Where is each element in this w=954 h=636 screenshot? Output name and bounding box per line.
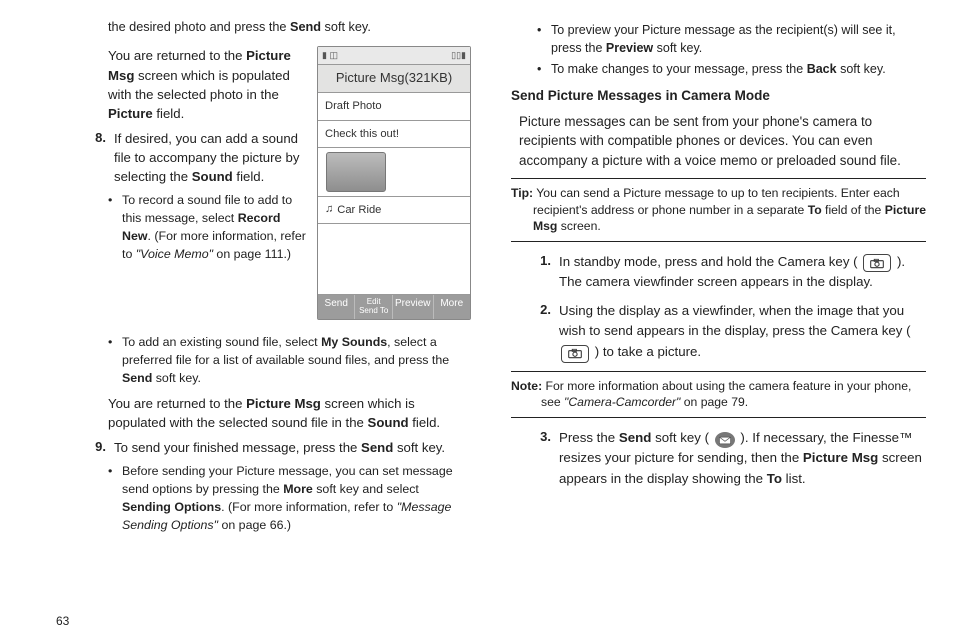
music-icon: ♫ [325,202,333,218]
phone-screenshot: ▮ ◫ ▯▯▮ Picture Msg(321KB) Draft Photo C… [317,46,471,319]
softkey-more: More [434,295,470,319]
tip-box: Tip: You can send a Picture message to u… [511,178,926,241]
step9-bullet-options: • Before sending your Picture message, y… [108,463,471,535]
camera-step-3: 3. Press the Send soft key ( ). If neces… [525,428,926,490]
step-8: 8. If desired, you can add a sound file … [80,129,307,186]
returned-text-2: You are returned to the Picture Msg scre… [108,394,471,432]
bullet-back: • To make changes to your message, press… [537,60,926,78]
thumbnail-icon [326,152,386,192]
note-box: Note: For more information about using t… [511,371,926,418]
softkey-bar: Send Edit Send To Preview More [318,294,470,319]
screen-title: Picture Msg(321KB) [318,65,470,93]
camera-key-icon [863,254,891,272]
intro-line: the desired photo and press the Send sof… [108,18,471,36]
signal-icon: ▮ ◫ [322,49,338,62]
softkey-preview: Preview [393,295,434,319]
softkey-edit-sendto: Edit Send To [355,295,392,319]
sound-row: ♫ Car Ride [318,197,470,224]
camera-step-1: 1. In standby mode, press and hold the C… [525,252,926,293]
envelope-key-icon [715,432,735,448]
section-intro: Picture messages can be sent from your p… [519,112,926,170]
step8-bullet-mysounds: • To add an existing sound file, select … [108,334,471,388]
text-row: Check this out! [318,121,470,148]
section-heading: Send Picture Messages in Camera Mode [511,86,926,106]
subject-row: Draft Photo [318,93,470,120]
picture-row [318,148,470,197]
wrap-block: ▮ ◫ ▯▯▮ Picture Msg(321KB) Draft Photo C… [56,46,471,325]
camera-step-2: 2. Using the display as a viewfinder, wh… [525,301,926,363]
left-column: the desired photo and press the Send sof… [56,18,471,628]
battery-icon: ▯▯▮ [451,49,466,62]
status-bar: ▮ ◫ ▯▯▮ [318,47,470,65]
softkey-send: Send [318,295,355,319]
right-column: • To preview your Picture message as the… [511,18,926,628]
manual-page: the desired photo and press the Send sof… [0,0,954,636]
step8-bullet-record: • To record a sound file to add to this … [108,192,307,264]
page-number: 63 [56,614,69,628]
bullet-preview: • To preview your Picture message as the… [537,21,926,57]
step-9: 9. To send your finished message, press … [80,438,471,457]
camera-key-icon [561,345,589,363]
